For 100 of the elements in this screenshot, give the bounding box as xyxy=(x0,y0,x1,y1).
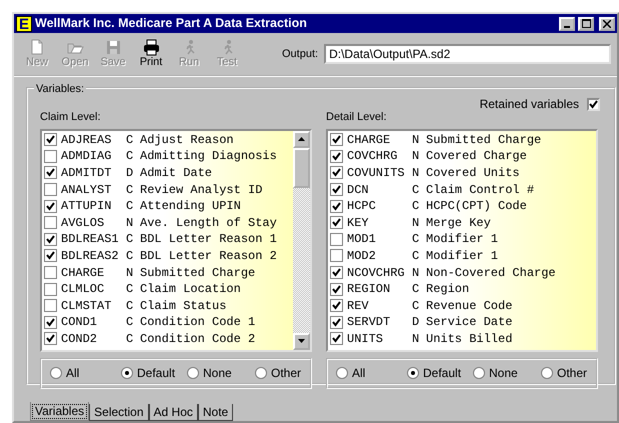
close-button[interactable] xyxy=(599,16,615,30)
variable-description: Submitted Charge xyxy=(140,264,256,282)
checkbox[interactable] xyxy=(330,166,343,180)
output-field[interactable]: D:\Data\Output\PA.sd2 xyxy=(324,44,611,64)
type-code: C xyxy=(126,281,134,298)
scroll-down-button[interactable] xyxy=(293,332,310,350)
checkbox[interactable] xyxy=(44,133,57,146)
checkbox[interactable] xyxy=(330,316,343,329)
variable-name: DCN xyxy=(347,182,370,199)
list-label: Detail Level: xyxy=(326,110,387,125)
retained-label: Retained variables xyxy=(480,96,579,113)
radio-option[interactable]: All xyxy=(50,364,121,382)
type-code: C xyxy=(412,231,420,248)
variable-description: Adjust Reason xyxy=(140,132,234,149)
checkbox[interactable] xyxy=(44,282,57,296)
radio-option[interactable]: Default xyxy=(407,364,473,382)
variable-description: Revenue Code xyxy=(426,298,512,315)
variable-name: UNITS xyxy=(347,330,384,348)
radio-option[interactable]: All xyxy=(336,364,407,382)
checkbox[interactable] xyxy=(44,216,57,230)
checkbox[interactable] xyxy=(330,282,343,296)
variable-description: HCPC(CPT) Code xyxy=(426,198,527,216)
minimize-button[interactable] xyxy=(559,16,575,30)
app-logo: E xyxy=(16,16,32,32)
checkbox[interactable] xyxy=(330,266,343,280)
variable-description: Modifier 1 xyxy=(426,248,498,265)
radio-option[interactable]: Other xyxy=(255,364,302,382)
radio-option[interactable]: None xyxy=(473,364,541,382)
tab[interactable]: Selection xyxy=(89,404,149,421)
type-code: C xyxy=(126,198,134,216)
radio-option[interactable]: Default xyxy=(121,364,187,382)
variable-name: COND1 xyxy=(61,314,98,332)
type-code: N xyxy=(412,264,420,282)
checkbox[interactable] xyxy=(44,266,57,280)
variable-name: REV xyxy=(347,298,370,315)
close-icon xyxy=(603,20,611,28)
list-label: Claim Level: xyxy=(40,110,101,125)
type-code: N xyxy=(412,214,420,232)
print-button[interactable]: Print xyxy=(132,39,170,69)
variable-description: BDL Letter Reason 1 xyxy=(140,231,277,248)
variable-description: Units Billed xyxy=(426,330,512,348)
checkbox[interactable] xyxy=(44,183,57,196)
type-code: D xyxy=(126,164,134,182)
type-code: C xyxy=(126,182,134,199)
variable-name: SERVDT xyxy=(347,314,392,332)
variable-name: AVGLOS xyxy=(61,214,106,232)
checkbox[interactable] xyxy=(44,232,57,246)
type-code: C xyxy=(412,298,420,315)
checkbox[interactable] xyxy=(44,316,57,329)
checkbox[interactable] xyxy=(44,200,57,213)
checkbox[interactable] xyxy=(330,249,343,262)
radio-option[interactable]: Other xyxy=(541,364,588,382)
type-code: C xyxy=(126,231,134,248)
variable-description: Admit Date xyxy=(140,164,212,182)
scroll-thumb[interactable] xyxy=(293,148,310,188)
tab[interactable]: Ad Hoc xyxy=(148,404,198,421)
type-code: C xyxy=(126,248,134,265)
type-code: C xyxy=(126,132,134,149)
tab[interactable]: Variables xyxy=(30,402,90,421)
tab[interactable]: Note xyxy=(198,404,234,421)
type-code: C xyxy=(126,330,134,348)
variable-description: Region xyxy=(426,281,470,298)
type-code: C xyxy=(412,281,420,298)
scrollbar[interactable] xyxy=(293,130,310,350)
variable-description: Service Date xyxy=(426,314,512,332)
type-code: C xyxy=(126,148,134,166)
type-code: N xyxy=(412,330,420,348)
variable-name: COVCHRG xyxy=(347,148,398,166)
checkbox[interactable] xyxy=(44,332,57,346)
checkbox[interactable] xyxy=(330,200,343,213)
checkbox[interactable] xyxy=(330,183,343,196)
document-icon xyxy=(28,39,46,56)
checkbox[interactable] xyxy=(330,232,343,246)
radio-option[interactable]: None xyxy=(187,364,255,382)
checkbox[interactable] xyxy=(330,299,343,312)
type-code: C xyxy=(412,248,420,265)
scroll-up-button[interactable] xyxy=(293,130,310,148)
variable-description: Condition Code 2 xyxy=(140,330,256,348)
checkbox[interactable] xyxy=(44,150,57,163)
checkbox[interactable] xyxy=(44,166,57,180)
checkbox[interactable] xyxy=(330,133,343,146)
variable-description: Ave. Length of Stay xyxy=(140,214,277,232)
variable-name: REGION xyxy=(347,281,392,298)
variable-name: ATTUPIN xyxy=(61,198,112,216)
checkbox[interactable] xyxy=(44,249,57,262)
variable-description: Covered Units xyxy=(426,164,520,182)
variable-name: BDLREAS1 xyxy=(61,231,120,248)
type-code: C xyxy=(126,314,134,332)
checkbox[interactable] xyxy=(330,216,343,230)
type-code: C xyxy=(126,298,134,315)
variable-name: HCPC xyxy=(347,198,377,216)
maximize-button[interactable] xyxy=(578,16,594,30)
checkbox[interactable] xyxy=(330,150,343,163)
variable-name: COVUNITS xyxy=(347,164,406,182)
minimize-icon xyxy=(564,26,570,28)
checkbox[interactable] xyxy=(330,332,343,346)
checkbox[interactable] xyxy=(44,299,57,312)
variable-description: BDL Letter Reason 2 xyxy=(140,248,277,265)
variable-description: Condition Code 1 xyxy=(140,314,256,332)
variable-name: MOD1 xyxy=(347,231,377,248)
